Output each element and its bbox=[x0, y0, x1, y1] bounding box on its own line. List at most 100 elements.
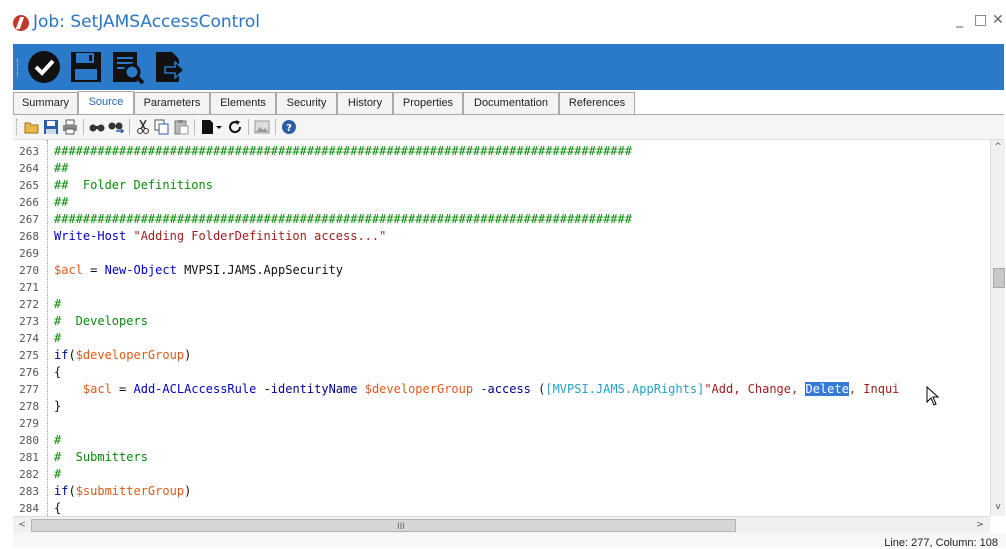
horizontal-scroll-thumb[interactable]: III bbox=[31, 519, 736, 532]
jams-logo-icon bbox=[13, 15, 29, 31]
save-icon[interactable] bbox=[43, 119, 59, 135]
tab-source[interactable]: Source bbox=[78, 91, 134, 114]
toolbar-separator bbox=[83, 119, 84, 135]
selected-text: Delete bbox=[805, 382, 849, 396]
scroll-left-icon[interactable]: < bbox=[15, 518, 29, 532]
code-token: ( bbox=[68, 348, 76, 362]
paste-icon[interactable] bbox=[173, 119, 189, 135]
maximize-button[interactable]: □ bbox=[974, 12, 987, 28]
code-token: , Inqui bbox=[848, 382, 900, 396]
status-bar: Line: 277, Column: 108 bbox=[13, 533, 1006, 549]
save-icon[interactable] bbox=[69, 50, 103, 84]
line-number: 282 bbox=[19, 468, 39, 481]
code-line[interactable]: $acl = New-Object MVPSI.JAMS.AppSecurity bbox=[54, 262, 343, 279]
horizontal-scrollbar[interactable]: < III > bbox=[13, 516, 990, 533]
cursor-position: Line: 277, Column: 108 bbox=[884, 537, 998, 549]
code-token: # bbox=[54, 433, 62, 447]
code-line[interactable]: ## Folder Definitions bbox=[54, 177, 213, 194]
vertical-scroll-thumb[interactable] bbox=[993, 268, 1005, 288]
new-doc-icon[interactable] bbox=[200, 119, 224, 135]
code-line[interactable]: # Developers bbox=[54, 313, 148, 330]
line-number: 264 bbox=[19, 162, 39, 175]
tab-parameters[interactable]: Parameters bbox=[134, 92, 210, 114]
line-number: 281 bbox=[19, 451, 39, 464]
help-icon[interactable]: ? bbox=[281, 119, 297, 135]
code-line[interactable]: # bbox=[54, 466, 61, 483]
code-line[interactable]: if($developerGroup) bbox=[54, 347, 191, 364]
line-number: 265 bbox=[19, 179, 39, 192]
code-token: { bbox=[54, 501, 62, 515]
code-token: ## bbox=[54, 195, 69, 209]
code-line[interactable]: if($submitterGroup) bbox=[54, 483, 191, 500]
code-token: [MVPSI.JAMS.AppRights] bbox=[545, 382, 705, 396]
line-number: 266 bbox=[19, 196, 39, 209]
code-token: "Adding FolderDefinition access..." bbox=[133, 229, 387, 243]
vertical-scrollbar[interactable]: ^ v bbox=[990, 140, 1005, 516]
find-icon[interactable] bbox=[89, 119, 105, 135]
code-token: ( bbox=[530, 382, 546, 396]
code-line[interactable]: Write-Host "Adding FolderDefinition acce… bbox=[54, 228, 386, 245]
minimize-button[interactable]: _ bbox=[956, 12, 963, 28]
code-line[interactable]: ## bbox=[54, 160, 68, 177]
line-number: 284 bbox=[19, 502, 39, 515]
line-number: 270 bbox=[19, 264, 39, 277]
image-icon[interactable] bbox=[254, 119, 270, 135]
code-token: # bbox=[54, 467, 62, 481]
code-line[interactable]: # Submitters bbox=[54, 449, 148, 466]
title-bar: Job: SetJAMSAccessControl _ □ ✕ bbox=[0, 0, 1006, 44]
line-number: 267 bbox=[19, 213, 39, 226]
editor-toolbar: ? bbox=[13, 115, 1004, 140]
line-number: 274 bbox=[19, 332, 39, 345]
code-line[interactable]: # bbox=[54, 296, 61, 313]
tab-history[interactable]: History bbox=[337, 92, 393, 114]
toolbar-separator bbox=[129, 119, 130, 135]
open-icon[interactable] bbox=[24, 119, 40, 135]
code-token: ########################################… bbox=[54, 212, 632, 226]
toolbar-separator bbox=[275, 119, 276, 135]
code-line[interactable]: ## bbox=[54, 194, 68, 211]
window-title: Job: SetJAMSAccessControl bbox=[33, 12, 261, 32]
export-icon[interactable] bbox=[153, 50, 187, 84]
cut-icon[interactable] bbox=[135, 119, 151, 135]
tab-elements[interactable]: Elements bbox=[210, 92, 276, 114]
code-token: if bbox=[54, 484, 69, 498]
scroll-down-icon[interactable]: v bbox=[991, 500, 1005, 514]
close-button[interactable]: ✕ bbox=[992, 12, 1004, 28]
line-number: 268 bbox=[19, 230, 39, 243]
code-line[interactable]: $acl = Add-ACLAccessRule -identityName $… bbox=[54, 381, 899, 398]
scroll-up-icon[interactable]: ^ bbox=[991, 140, 1005, 154]
line-number: 273 bbox=[19, 315, 39, 328]
line-number: 276 bbox=[19, 366, 39, 379]
code-line[interactable]: # bbox=[54, 432, 61, 449]
code-editor[interactable]: 263 264 265 266 267 268 269 270 271 272 273 274 275 2… bbox=[13, 140, 990, 516]
code-token: $developerGroup bbox=[75, 348, 185, 362]
code-line[interactable]: { bbox=[54, 364, 61, 381]
scroll-right-icon[interactable]: > bbox=[973, 518, 987, 532]
code-line[interactable]: ########################################… bbox=[54, 211, 632, 228]
svg-text:?: ? bbox=[286, 123, 292, 134]
copy-icon[interactable] bbox=[154, 119, 170, 135]
refresh-icon[interactable] bbox=[227, 119, 243, 135]
view-report-icon[interactable] bbox=[111, 50, 145, 85]
line-number: 263 bbox=[19, 145, 39, 158]
code-line[interactable]: } bbox=[54, 398, 61, 415]
tab-summary[interactable]: Summary bbox=[13, 92, 78, 114]
code-line[interactable]: # bbox=[54, 330, 61, 347]
code-token: # Developers bbox=[54, 314, 148, 328]
code-token: # bbox=[54, 297, 62, 311]
code-token: ########################################… bbox=[54, 144, 632, 158]
code-line[interactable]: { bbox=[54, 500, 61, 516]
tab-documentation[interactable]: Documentation bbox=[463, 92, 559, 114]
mouse-cursor-icon bbox=[926, 385, 940, 406]
code-token: if bbox=[54, 348, 69, 362]
print-icon[interactable] bbox=[62, 119, 78, 135]
tab-properties[interactable]: Properties bbox=[393, 92, 463, 114]
code-line[interactable]: ########################################… bbox=[54, 143, 632, 160]
tab-references[interactable]: References bbox=[559, 92, 635, 114]
tab-security[interactable]: Security bbox=[276, 92, 337, 114]
code-token: { bbox=[54, 365, 62, 379]
replace-icon[interactable] bbox=[108, 119, 125, 135]
check-icon[interactable] bbox=[27, 50, 61, 84]
